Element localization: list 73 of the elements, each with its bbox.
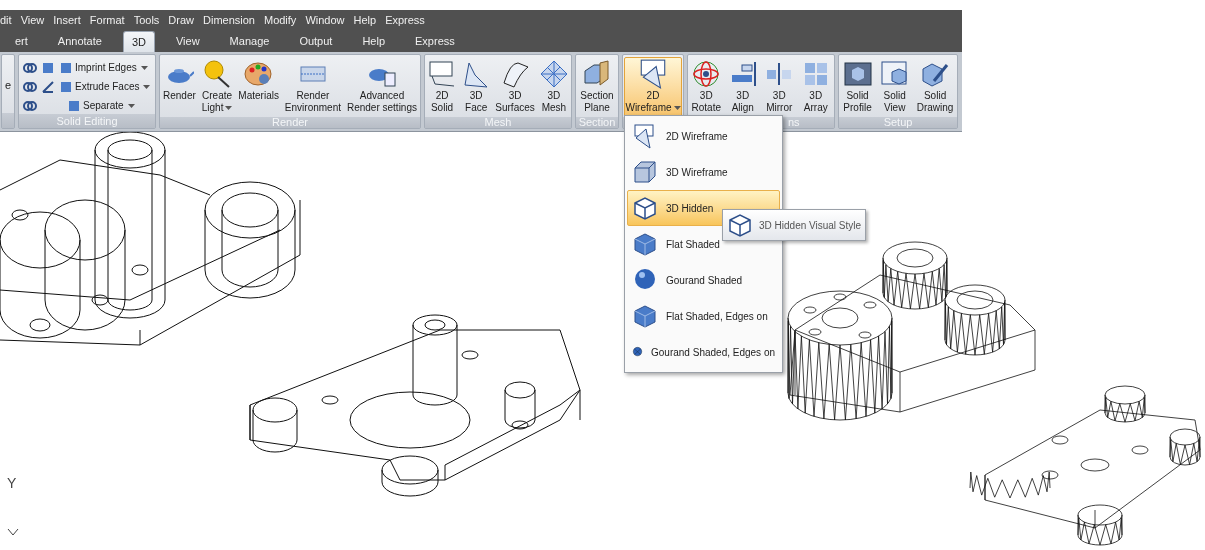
menu-item[interactable]: Flat Shaded, Edges on: [627, 298, 780, 334]
ribbon-small-button[interactable]: Separate: [67, 97, 151, 114]
brush-icon: [41, 80, 55, 94]
group-title: Setup: [883, 117, 913, 128]
mesh-icon: [538, 59, 569, 89]
ribbon-button[interactable]: Solid View: [877, 57, 912, 117]
group-title: Section: [578, 117, 616, 128]
ribbon-button[interactable]: Solid Drawing: [914, 57, 956, 117]
ribbon-tab[interactable]: Express: [406, 31, 464, 52]
ribbon-tab[interactable]: Manage: [220, 31, 279, 52]
ribbon-button[interactable]: Section Plane: [578, 57, 616, 117]
axis-label: Y: [7, 474, 17, 493]
ribbon-button[interactable]: 3D Mesh: [536, 57, 571, 117]
ribbon-button[interactable]: 3D Surfaces: [493, 57, 537, 117]
outline-cube-icon: [632, 195, 658, 221]
menu-item[interactable]: 3D Wireframe: [627, 154, 780, 190]
menu-item[interactable]: Draw: [168, 14, 194, 26]
menu-item[interactable]: Insert: [53, 14, 81, 26]
ribbon-button[interactable]: 3D Rotate: [689, 57, 724, 117]
ribbon-button[interactable]: Render Environment: [282, 57, 343, 117]
ribbon-button[interactable]: 2D Wireframe: [624, 57, 682, 117]
menu-item[interactable]: Tools: [133, 14, 160, 26]
ribbon-button[interactable]: Materials: [236, 57, 281, 117]
ribbon-button[interactable]: 3D Face: [459, 57, 494, 117]
box-icon: [59, 60, 73, 75]
ribbon-small-button[interactable]: Imprint Edges: [59, 59, 151, 76]
ribbon-button[interactable]: 3D Mirror: [762, 57, 797, 117]
ribbon-button[interactable]: 2D Solid: [425, 57, 460, 117]
group-title: Mesh: [484, 117, 512, 128]
menu-item[interactable]: Window: [305, 14, 345, 26]
ribbon-button[interactable]: Solid Profile: [840, 57, 875, 117]
union-icon: [23, 80, 37, 94]
menu-item[interactable]: Modify: [263, 14, 297, 26]
menu-item[interactable]: Format: [89, 14, 125, 26]
ribbon-tab[interactable]: Help: [353, 31, 395, 52]
ribbon-tab[interactable]: View: [166, 31, 209, 52]
menu-item[interactable]: Dimension: [203, 14, 255, 26]
wireframe-cube-icon: [632, 159, 658, 185]
ribbon-button[interactable]: Advanced Render settings: [344, 57, 419, 117]
ribbon-tab[interactable]: Annotate: [48, 31, 111, 52]
cube-frame-icon: [842, 59, 873, 89]
ribbon-button[interactable]: 3D Align: [725, 57, 760, 117]
box-icon: [67, 98, 81, 113]
ribbon-button[interactable]: Create Light: [199, 57, 235, 117]
menu-item[interactable]: Help: [353, 14, 377, 26]
cube-icon: [632, 231, 658, 257]
ribbon-tab[interactable]: Output: [290, 31, 342, 52]
group-title: Render: [271, 117, 309, 128]
axis-icon: [7, 528, 19, 536]
union-icon: [23, 61, 37, 75]
menu-item[interactable]: 2D Wireframe: [627, 118, 780, 154]
palette-icon: [243, 59, 274, 89]
button-label: e: [4, 78, 12, 93]
menu-item[interactable]: dit: [0, 14, 12, 26]
group-title-bar: [2, 113, 14, 128]
orbit-icon: [691, 59, 722, 89]
menu-item[interactable]: Gourand Shaded: [627, 262, 780, 298]
outline-cube-icon: [727, 212, 753, 238]
ribbon-tab[interactable]: 3D: [122, 31, 155, 52]
cube-icon: [632, 303, 658, 329]
ribbon-button[interactable]: 3D Array: [798, 57, 833, 117]
union-icon: [23, 99, 37, 113]
ribbon-tab[interactable]: ert: [6, 31, 37, 52]
box-icon: [59, 79, 73, 94]
box-icon: [41, 61, 55, 75]
ribbon-button[interactable]: Render: [160, 57, 198, 117]
surface-icon: [500, 59, 531, 89]
section-plane-icon: [582, 59, 612, 89]
ribbon-small-button[interactable]: Extrude Faces: [59, 78, 151, 95]
menu-item[interactable]: Gourand Shaded, Edges on: [627, 334, 780, 370]
menu-item[interactable]: View: [20, 14, 45, 26]
menu-item[interactable]: Express: [385, 14, 425, 26]
group-title: Solid Editing: [56, 115, 118, 127]
